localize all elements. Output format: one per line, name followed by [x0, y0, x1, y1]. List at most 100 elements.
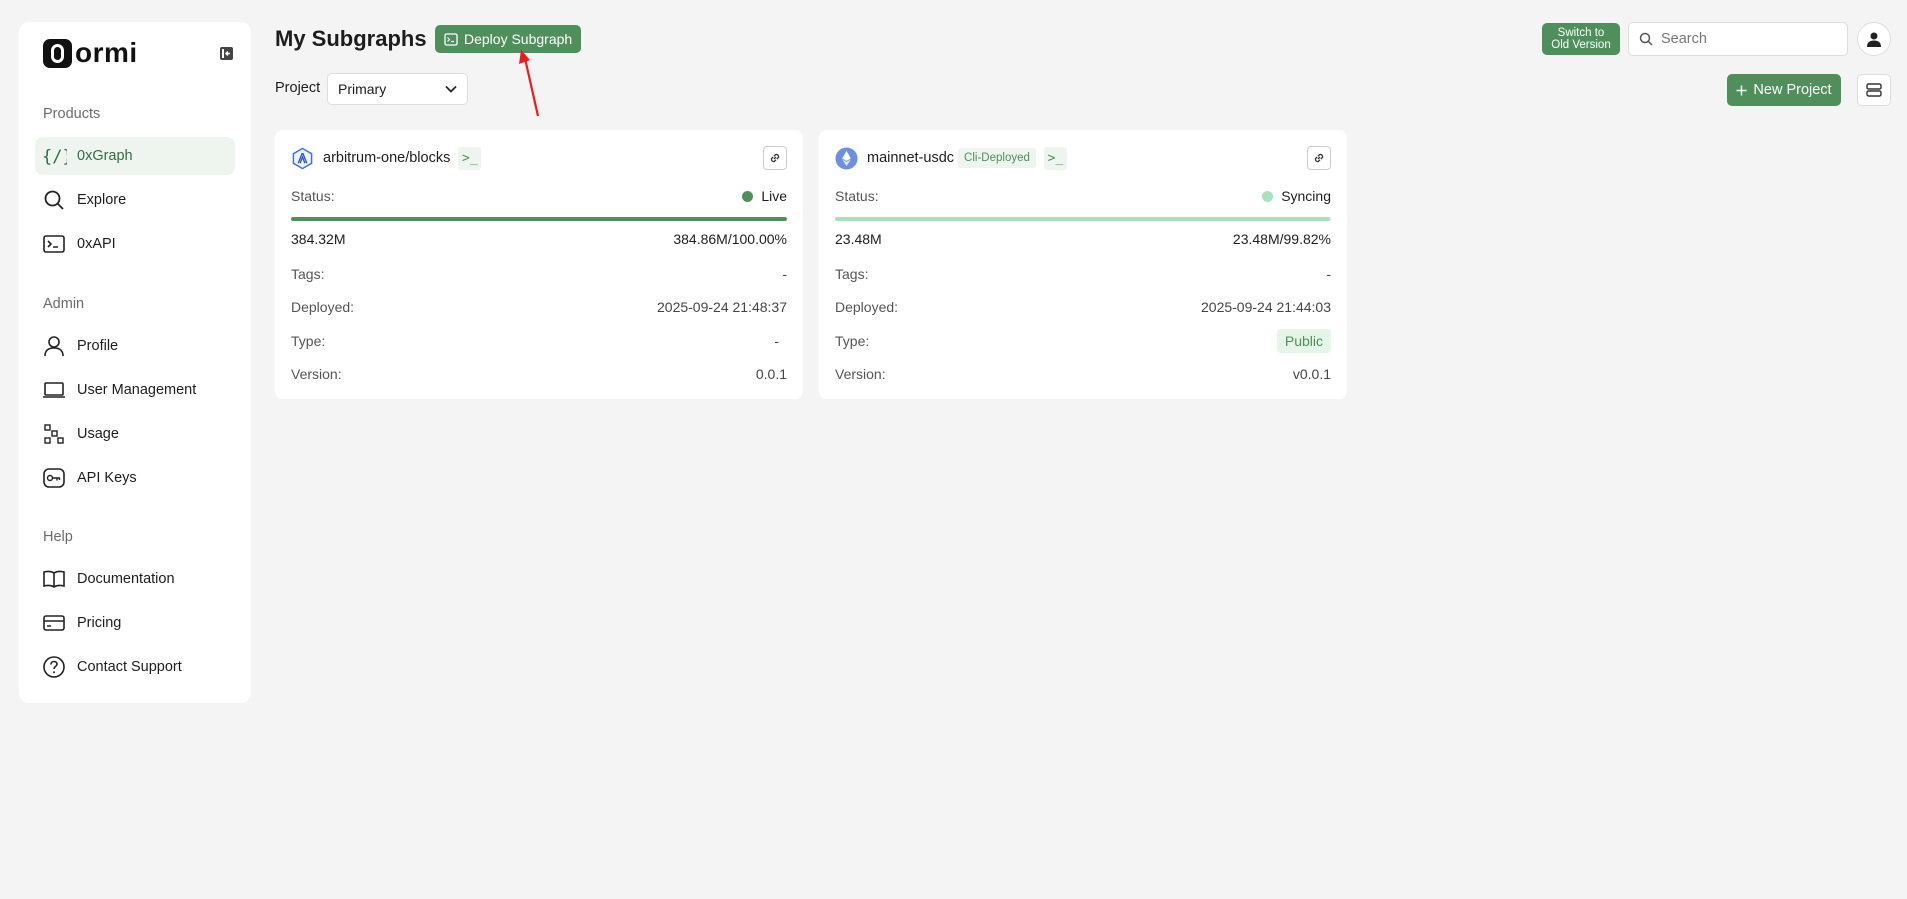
current-block: 23.48M: [835, 231, 882, 247]
status-text: Live: [761, 188, 787, 204]
sidebar-item-user-management[interactable]: User Management: [35, 371, 235, 409]
deployed-label: Deployed:: [835, 299, 899, 315]
tags-value: -: [1326, 266, 1331, 282]
list-view-icon: [1866, 83, 1882, 97]
sidebar-item-contact-support[interactable]: Contact Support: [35, 648, 235, 686]
deploy-icon: [444, 32, 458, 46]
sidebar-item-0xgraph[interactable]: {/} 0xGraph: [35, 137, 235, 175]
current-block: 384.32M: [291, 231, 346, 247]
block-row: 384.32M 384.86M/100.00%: [291, 230, 787, 248]
sidebar-item-label: Contact Support: [77, 659, 182, 675]
type-value: -: [774, 333, 779, 349]
section-title-help: Help: [43, 529, 73, 545]
type-label: Type:: [835, 333, 870, 349]
total-block: 384.86M/100.00%: [673, 231, 787, 247]
version-row: Version: 0.0.1: [291, 365, 787, 383]
search-input[interactable]: [1661, 31, 1831, 47]
switch-old-version-button[interactable]: Switch to Old Version: [1542, 23, 1620, 55]
sidebar-item-explore[interactable]: Explore: [35, 181, 235, 219]
sidebar-item-api-keys[interactable]: API Keys: [35, 459, 235, 497]
new-project-button[interactable]: New Project: [1727, 74, 1841, 106]
sync-progress-fill: [291, 217, 787, 221]
deployed-value: 2025-09-24 21:44:03: [1201, 299, 1331, 315]
code-braces-icon: {/}: [41, 143, 67, 169]
version-label: Version:: [835, 366, 886, 382]
page-title: My Subgraphs: [275, 26, 427, 51]
book-icon: [41, 566, 67, 592]
sync-progress-bar: [291, 217, 787, 221]
total-block: 23.48M/99.82%: [1232, 231, 1331, 247]
tags-value: -: [782, 266, 787, 282]
section-title-admin: Admin: [43, 296, 85, 312]
sync-progress-fill: [835, 217, 1331, 221]
type-row: Type: Public: [835, 329, 1331, 353]
help-circle-icon: [41, 654, 67, 680]
layout-toggle-button[interactable]: [1857, 74, 1891, 106]
arbitrum-icon: [292, 147, 313, 169]
brand-name: ormi: [75, 37, 138, 68]
project-select-value: Primary: [338, 81, 387, 97]
sidebar-item-label: Usage: [77, 426, 119, 442]
project-select[interactable]: Primary: [327, 73, 468, 105]
sidebar-item-label: 0xAPI: [77, 236, 116, 252]
plus-icon: [1736, 85, 1747, 95]
tags-row: Tags: -: [291, 265, 787, 283]
status-row: Status: Live: [291, 187, 787, 205]
sidebar-item-label: API Keys: [77, 470, 137, 486]
annotation-arrow-icon: [519, 50, 540, 117]
subgraph-name[interactable]: arbitrum-one/blocks: [323, 150, 450, 166]
switch-label-line1: Switch to: [1557, 27, 1605, 39]
status-value: Live: [742, 188, 787, 204]
subgraph-card[interactable]: mainnet-usdc Cli-Deployed >_ Status: Syn…: [819, 130, 1347, 399]
chevron-down-icon: [445, 85, 457, 93]
project-label: Project: [275, 80, 321, 96]
subgraph-name[interactable]: mainnet-usdc: [867, 150, 954, 166]
type-row: Type: -: [291, 332, 787, 350]
ethereum-icon: [835, 146, 858, 170]
version-row: Version: v0.0.1: [835, 365, 1331, 383]
user-icon: [41, 333, 67, 359]
link-icon[interactable]: [763, 146, 787, 170]
avatar[interactable]: [1857, 22, 1891, 56]
deployed-row: Deployed: 2025-09-24 21:48:37: [291, 298, 787, 316]
new-project-label: New Project: [1753, 82, 1832, 98]
section-title-products: Products: [43, 106, 101, 122]
cli-deployed-badge: Cli-Deployed: [958, 148, 1036, 168]
terminal-icon: [41, 231, 67, 257]
status-row: Status: Syncing: [835, 187, 1331, 205]
card-header: mainnet-usdc Cli-Deployed >_: [835, 145, 1331, 171]
terminal-icon[interactable]: >_: [1043, 146, 1067, 170]
collapse-sidebar-icon[interactable]: [219, 46, 234, 61]
block-row: 23.48M 23.48M/99.82%: [835, 230, 1331, 248]
key-icon: [41, 465, 67, 491]
search-icon: [41, 187, 67, 213]
laptop-icon: [41, 377, 67, 403]
sidebar-item-label: User Management: [77, 382, 197, 398]
sidebar-item-pricing[interactable]: Pricing: [35, 604, 235, 642]
credit-card-icon: [41, 610, 67, 636]
logo[interactable]: ormi: [43, 37, 138, 69]
search-icon: [1639, 32, 1653, 46]
subgraph-card[interactable]: arbitrum-one/blocks >_ Status: Live 384.…: [275, 130, 803, 399]
ormi-logo-icon: [43, 38, 72, 68]
live-dot-icon: [742, 190, 754, 202]
link-icon[interactable]: [1307, 146, 1331, 170]
sidebar-item-label: Profile: [77, 338, 119, 354]
terminal-icon[interactable]: >_: [458, 146, 482, 170]
tags-label: Tags:: [291, 266, 325, 282]
type-public-badge: Public: [1276, 329, 1331, 353]
deploy-subgraph-button[interactable]: Deploy Subgraph: [435, 25, 582, 53]
sidebar-item-profile[interactable]: Profile: [35, 327, 235, 365]
sidebar-item-documentation[interactable]: Documentation: [35, 560, 235, 598]
sidebar-item-0xapi[interactable]: 0xAPI: [35, 225, 235, 263]
tags-label: Tags:: [835, 266, 869, 282]
status-value: Syncing: [1262, 188, 1331, 204]
card-header: arbitrum-one/blocks >_: [291, 145, 787, 171]
sidebar-item-label: 0xGraph: [77, 148, 133, 164]
type-label: Type:: [291, 333, 326, 349]
sidebar-item-label: Documentation: [77, 571, 175, 587]
sidebar-item-usage[interactable]: Usage: [35, 415, 235, 453]
sidebar-item-label: Explore: [77, 192, 127, 208]
switch-label-line2: Old Version: [1551, 39, 1611, 51]
tags-row: Tags: -: [835, 265, 1331, 283]
